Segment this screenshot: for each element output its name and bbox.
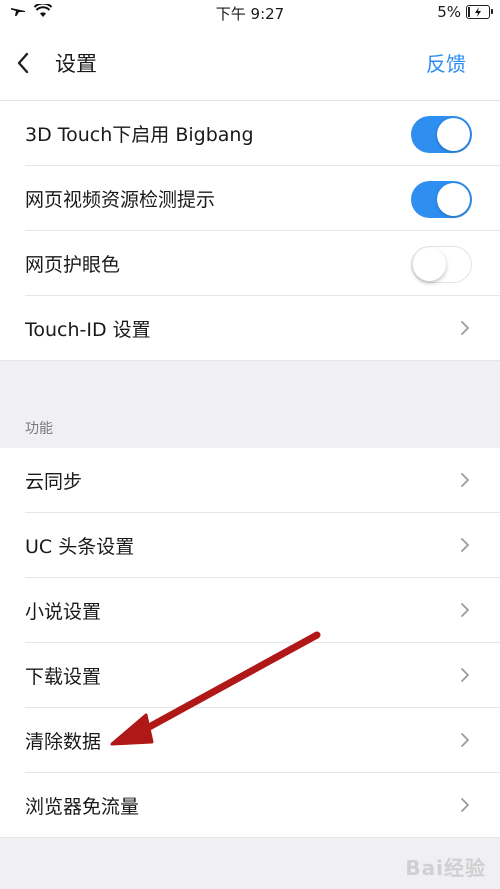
function-label: 清除数据 (25, 731, 102, 753)
chevron-right-icon (461, 733, 469, 747)
settings-group: 3D Touch下启用 Bigbang 网页视频资源检测提示 网页护眼色 Tou… (0, 101, 500, 361)
chevron-right-icon (461, 603, 469, 617)
setting-row-video-detection: 网页视频资源检测提示 (0, 166, 500, 231)
page-title: 设置 (55, 52, 97, 76)
setting-row-touch-id[interactable]: Touch-ID 设置 (0, 296, 500, 361)
chevron-right-icon (461, 798, 469, 812)
function-row-cloud-sync[interactable]: 云同步 (0, 448, 500, 513)
chevron-right-icon (461, 473, 469, 487)
back-chevron-icon[interactable] (12, 50, 36, 76)
status-right: 5% (437, 3, 493, 21)
section-label-functions: 功能 (25, 421, 53, 437)
chevron-right-icon (461, 321, 469, 335)
function-label: 小说设置 (25, 601, 102, 623)
feedback-button[interactable]: 反馈 (426, 48, 466, 77)
setting-row-3d-touch-bigbang: 3D Touch下启用 Bigbang (0, 101, 500, 166)
setting-label: 网页护眼色 (25, 254, 121, 276)
chevron-right-icon (461, 668, 469, 682)
function-row-novel-settings[interactable]: 小说设置 (0, 578, 500, 643)
bigbang-toggle[interactable] (411, 116, 472, 153)
functions-group: 云同步 UC 头条设置 小说设置 下载设置 清除数据 浏览器免流量 (0, 448, 500, 838)
function-label: 云同步 (25, 471, 83, 493)
function-row-free-data[interactable]: 浏览器免流量 (0, 773, 500, 838)
video-detection-toggle[interactable] (411, 181, 472, 218)
function-row-download-settings[interactable]: 下载设置 (0, 643, 500, 708)
status-bar: 下午 9:27 5% (0, 0, 500, 26)
eye-care-toggle[interactable] (411, 246, 472, 283)
status-time: 下午 9:27 (215, 5, 285, 23)
setting-label: 网页视频资源检测提示 (25, 189, 216, 211)
battery-percent: 5% (437, 3, 461, 21)
chevron-right-icon (461, 538, 469, 552)
function-label: 下载设置 (25, 666, 102, 688)
function-label: 浏览器免流量 (25, 796, 140, 818)
battery-icon (466, 5, 493, 19)
setting-row-eye-care: 网页护眼色 (0, 231, 500, 296)
setting-label: Touch-ID 设置 (25, 319, 151, 341)
setting-label: 3D Touch下启用 Bigbang (25, 124, 254, 146)
function-row-clear-data[interactable]: 清除数据 (0, 708, 500, 773)
watermark: Bai经验 (405, 856, 486, 880)
charging-bolt-icon (475, 7, 481, 17)
navigation-bar: 设置 反馈 (0, 26, 500, 101)
function-label: UC 头条设置 (25, 536, 135, 558)
function-row-uc-headlines[interactable]: UC 头条设置 (0, 513, 500, 578)
